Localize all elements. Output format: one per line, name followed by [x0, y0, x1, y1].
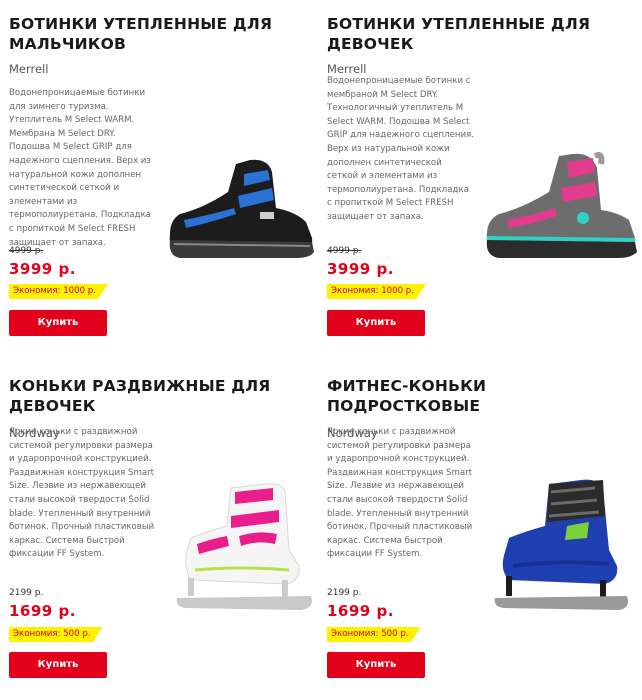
- product-title[interactable]: БОТИНКИ УТЕПЛЕННЫЕ ДЛЯ МАЛЬЧИКОВ: [9, 14, 319, 54]
- savings-badge: Экономия: 1000 р.: [327, 284, 426, 299]
- product-card-girls-boots: БОТИНКИ УТЕПЛЕННЫЕ ДЛЯ ДЕВОЧЕК Merrell В…: [327, 14, 639, 354]
- current-price: 3999 р.: [9, 260, 76, 278]
- product-card-girls-skates: КОНЬКИ РАЗДВИЖНЫЕ ДЛЯ ДЕВОЧЕК Nordway Яр…: [9, 376, 321, 700]
- buy-button[interactable]: Купить: [9, 310, 107, 336]
- product-card-boys-boots: БОТИНКИ УТЕПЛЕННЫЕ ДЛЯ МАЛЬЧИКОВ Merrell…: [9, 14, 321, 354]
- old-price: 2199 р.: [327, 588, 362, 598]
- product-brand: Merrell: [327, 62, 367, 76]
- current-price: 1699 р.: [327, 602, 394, 620]
- savings-badge: Экономия: 1000 р.: [9, 284, 108, 299]
- product-title-line-1[interactable]: БОТИНКИ УТЕПЛЕННЫЕ ДЛЯ: [9, 15, 272, 33]
- product-card-fitness-skates: ФИТНЕС-КОНЬКИ ПОДРОСТКОВЫЕ Nordway Яркие…: [327, 376, 639, 700]
- product-title-line-1[interactable]: ФИТНЕС-КОНЬКИ ПОДРОСТКОВЫЕ: [327, 377, 486, 415]
- girl-winter-boot-icon[interactable]: [483, 148, 639, 265]
- boy-winter-boot-icon[interactable]: [164, 152, 316, 265]
- savings-badge: Экономия: 500 р.: [9, 627, 103, 642]
- product-description: Водонепроницаемые ботинки для зимнего ту…: [9, 88, 151, 248]
- product-description: Яркие коньки с раздвижной системой регул…: [9, 427, 155, 560]
- buy-button[interactable]: Купить: [9, 652, 107, 678]
- product-description: Водонепроницаемые ботинки с мембраной M …: [327, 76, 475, 222]
- product-title[interactable]: БОТИНКИ УТЕПЛЕННЫЕ ДЛЯ ДЕВОЧЕК: [327, 14, 637, 54]
- old-price: 2199 р.: [9, 588, 44, 598]
- old-price: 4999 р.: [9, 246, 44, 256]
- fitness-skate-icon[interactable]: [485, 476, 633, 621]
- old-price: 4999 р.: [327, 246, 362, 256]
- product-title[interactable]: ФИТНЕС-КОНЬКИ ПОДРОСТКОВЫЕ: [327, 376, 637, 416]
- girl-ice-skate-icon[interactable]: [169, 480, 317, 621]
- product-grid: БОТИНКИ УТЕПЛЕННЫЕ ДЛЯ МАЛЬЧИКОВ Merrell…: [0, 0, 642, 700]
- product-brand: Merrell: [9, 62, 49, 76]
- buy-button[interactable]: Купить: [327, 310, 425, 336]
- product-title-line-1[interactable]: КОНЬКИ РАЗДВИЖНЫЕ ДЛЯ ДЕВОЧЕК: [9, 377, 270, 415]
- product-title-line-2[interactable]: МАЛЬЧИКОВ: [9, 35, 126, 53]
- current-price: 1699 р.: [9, 602, 76, 620]
- product-title[interactable]: КОНЬКИ РАЗДВИЖНЫЕ ДЛЯ ДЕВОЧЕК: [9, 376, 319, 416]
- current-price: 3999 р.: [327, 260, 394, 278]
- product-title-line-1[interactable]: БОТИНКИ УТЕПЛЕННЫЕ ДЛЯ ДЕВОЧЕК: [327, 15, 590, 53]
- buy-button[interactable]: Купить: [327, 652, 425, 678]
- product-description: Яркие коньки с раздвижной системой регул…: [327, 427, 473, 560]
- savings-badge: Экономия: 500 р.: [327, 627, 421, 642]
